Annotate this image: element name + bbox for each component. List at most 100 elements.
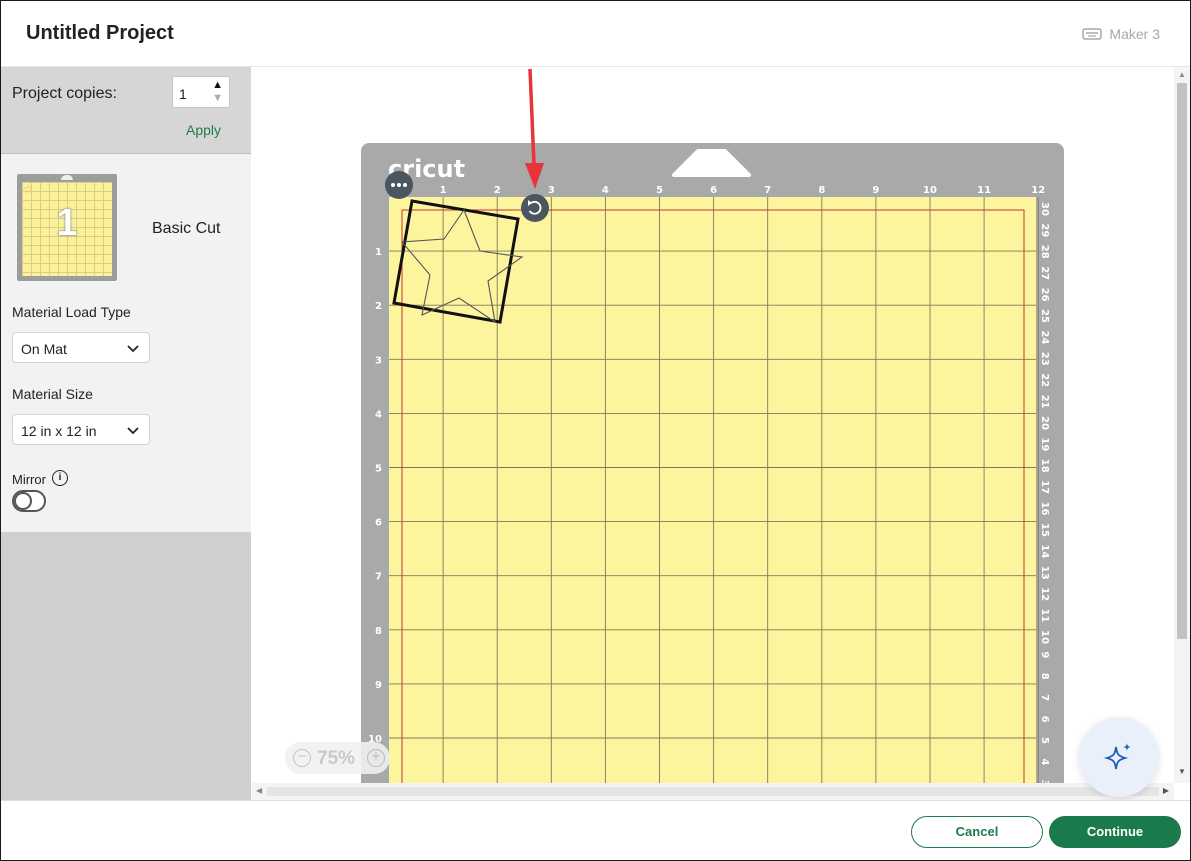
increment-arrow-icon[interactable]: ▲ [212, 79, 223, 91]
right-ruler-tick-label: 24 [1039, 330, 1050, 344]
mat-number: 1 [56, 202, 78, 244]
mat-preview: cricut 1 2 3 4 5 6 7 8 9 10 11 12 12345678910 30292… [361, 68, 1064, 783]
right-ruler-tick-label: 21 [1039, 395, 1050, 409]
scroll-up-icon[interactable]: ▲ [1178, 70, 1186, 79]
right-ruler-tick-label: 11 [1039, 609, 1050, 623]
top-ruler-tick-label: 6 [710, 185, 717, 196]
mat-notch [61, 175, 73, 180]
load-type-dropdown[interactable]: On Mat [12, 332, 150, 363]
right-ruler-tick-label: 23 [1039, 352, 1050, 366]
top-ruler-tick-label: 8 [818, 185, 825, 196]
scroll-right-icon[interactable]: ▶ [1163, 786, 1169, 795]
rotate-button[interactable] [521, 194, 549, 222]
mat-preview-canvas[interactable]: cricut 1 2 3 4 5 6 7 8 9 10 11 12 1 2 3 4 5 6 7 8 9 10 30 29 2… [252, 67, 1174, 783]
right-ruler-tick-label: 16 [1039, 502, 1050, 516]
project-copies-value: 1 [179, 86, 187, 102]
sparkle-assistant-button[interactable] [1079, 717, 1159, 797]
page-title: Untitled Project [26, 22, 174, 44]
right-ruler-tick-label: 15 [1039, 523, 1050, 537]
left-ruler-tick-label: 9 [375, 680, 382, 691]
project-copies-label: Project copies: [12, 85, 117, 102]
machine-selector[interactable]: Maker 3 [1082, 26, 1160, 42]
project-copies-section: Project copies: 1 ▲ ▼ Apply [1, 67, 251, 154]
zoom-level: 75% [317, 748, 356, 769]
right-ruler-tick-label: 17 [1039, 480, 1050, 494]
mat-settings-panel: ☆ 1 Basic Cut Material Load Type On Mat … [1, 154, 251, 532]
right-ruler-tick-label: 14 [1039, 544, 1050, 558]
project-copies-input[interactable]: 1 ▲ ▼ [172, 76, 230, 108]
top-ruler-tick-label: 7 [764, 185, 771, 196]
zoom-in-button[interactable]: + [367, 749, 385, 767]
right-ruler-tick-label: 20 [1039, 416, 1050, 430]
right-ruler-tick-label: 28 [1039, 245, 1050, 259]
right-ruler-tick-label: 9 [1039, 651, 1050, 658]
zoom-control: − 75% + [285, 742, 390, 774]
right-ruler-tick-label: 4 [1039, 758, 1050, 765]
right-ruler-tick-label: 26 [1039, 288, 1050, 302]
load-type-value: On Mat [21, 341, 67, 357]
left-ruler-tick-label: 5 [375, 464, 382, 475]
mirror-toggle[interactable] [12, 490, 46, 512]
toggle-knob [14, 492, 32, 510]
mat-cutting-area [389, 197, 1036, 783]
material-size-value: 12 in x 12 in [21, 423, 97, 439]
star-shape-icon: ☆ [23, 182, 34, 196]
top-ruler-tick-label: 11 [977, 185, 991, 196]
top-ruler-tick-label: 10 [923, 185, 937, 196]
left-ruler-tick-label: 3 [375, 355, 382, 366]
right-ruler-tick-label: 12 [1039, 587, 1050, 601]
mat-name: Basic Cut [152, 220, 221, 237]
scroll-down-icon[interactable]: ▼ [1178, 767, 1186, 776]
left-ruler-tick-label: 4 [375, 409, 382, 420]
right-ruler-tick-label: 7 [1039, 694, 1050, 701]
left-ruler-tick-label: 6 [375, 518, 382, 529]
info-icon[interactable]: i [52, 470, 68, 486]
vertical-scrollbar[interactable]: ▲ ▼ [1174, 67, 1190, 783]
top-ruler-tick-label: 4 [602, 185, 609, 196]
sidebar: Project copies: 1 ▲ ▼ Apply ☆ 1 Basic Cu… [1, 67, 251, 800]
right-ruler-tick-label: 13 [1039, 566, 1050, 580]
right-ruler-tick-label: 5 [1039, 737, 1050, 744]
right-ruler-tick-label: 30 [1039, 202, 1050, 216]
right-ruler-tick-label: 22 [1039, 373, 1050, 387]
horizontal-scrollbar[interactable]: ◀ ▶ [252, 783, 1174, 800]
top-ruler-tick-label: 12 [1031, 185, 1045, 196]
left-ruler-tick-label: 7 [375, 572, 382, 583]
machine-name: Maker 3 [1109, 26, 1160, 42]
right-ruler-tick-label: 19 [1039, 437, 1050, 451]
apply-button[interactable]: Apply [186, 122, 221, 138]
material-size-dropdown[interactable]: 12 in x 12 in [12, 414, 150, 445]
horizontal-scroll-thumb[interactable] [267, 787, 1159, 796]
left-ruler-tick-label: 8 [375, 626, 382, 637]
footer: Cancel Continue [1, 800, 1190, 860]
left-ruler-tick-label: 2 [375, 301, 382, 312]
top-ruler-tick-label: 2 [494, 185, 501, 196]
decrement-arrow-icon[interactable]: ▼ [212, 92, 223, 104]
right-ruler-tick-label: 6 [1039, 716, 1050, 723]
mat-thumbnail[interactable]: ☆ 1 [17, 174, 117, 281]
more-options-button[interactable] [385, 171, 413, 199]
vertical-scroll-thumb[interactable] [1177, 83, 1187, 639]
right-ruler: 30 29 28 27 26 25 24 23 22 21 20 19 18 17 16 15 14 13 12 11… [1039, 202, 1050, 783]
printer-machine-icon [1082, 27, 1103, 41]
cancel-button[interactable]: Cancel [911, 816, 1043, 848]
top-ruler-tick-label: 1 [440, 185, 447, 196]
right-ruler-tick-label: 25 [1039, 309, 1050, 323]
right-ruler-tick-label: 18 [1039, 459, 1050, 473]
header: Untitled Project Maker 3 [1, 1, 1190, 67]
top-ruler-tick-label: 5 [656, 185, 663, 196]
scroll-left-icon[interactable]: ◀ [256, 786, 262, 795]
left-ruler-tick-label: 1 [375, 247, 382, 258]
material-size-label: Material Size [12, 386, 93, 402]
top-ruler-tick-label: 3 [548, 185, 555, 196]
top-ruler-tick-label: 9 [872, 185, 879, 196]
zoom-out-button[interactable]: − [293, 749, 311, 767]
right-ruler-tick-label: 10 [1039, 630, 1050, 644]
right-ruler-tick-label: 29 [1039, 223, 1050, 237]
chevron-down-icon [127, 423, 139, 441]
chevron-down-icon [127, 341, 139, 359]
app-window: Untitled Project Maker 3 Project copies:… [0, 0, 1191, 861]
load-type-label: Material Load Type [12, 304, 131, 320]
mirror-label: Mirror [12, 472, 46, 487]
continue-button[interactable]: Continue [1049, 816, 1181, 848]
